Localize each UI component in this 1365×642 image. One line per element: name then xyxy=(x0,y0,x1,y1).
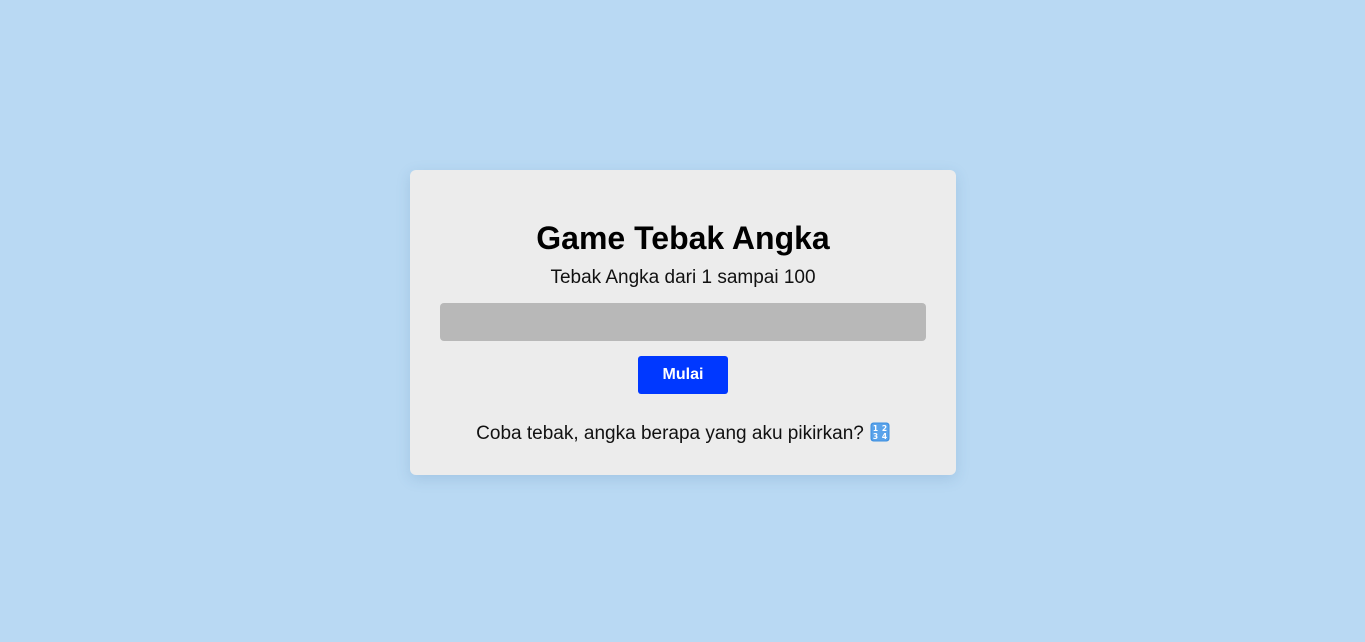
start-button[interactable]: Mulai xyxy=(638,356,728,394)
hint-message: Coba tebak, angka berapa yang aku pikirk… xyxy=(410,422,956,445)
guess-input[interactable] xyxy=(440,303,926,341)
input-numbers-icon: 1 2 3 4 xyxy=(870,422,890,442)
svg-text:4: 4 xyxy=(882,432,887,441)
hint-text: Coba tebak, angka berapa yang aku pikirk… xyxy=(476,423,864,444)
game-title: Game Tebak Angka xyxy=(536,220,830,256)
game-card: Game Tebak Angka Tebak Angka dari 1 samp… xyxy=(410,170,956,475)
game-subtitle: Tebak Angka dari 1 sampai 100 xyxy=(550,267,816,288)
svg-text:3: 3 xyxy=(873,432,878,441)
